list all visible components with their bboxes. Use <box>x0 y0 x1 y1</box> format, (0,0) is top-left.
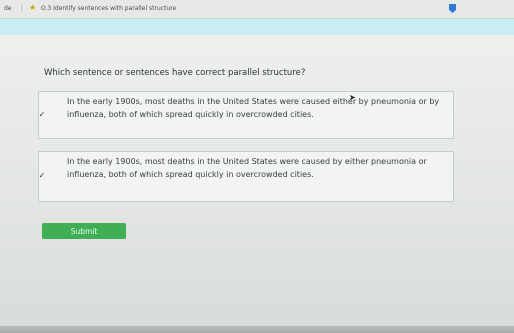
skill-title: O.3 Identify sentences with parallel str… <box>41 5 177 12</box>
top-bar: de | ★ O.3 Identify sentences with paral… <box>0 0 514 19</box>
progress-band <box>0 19 514 35</box>
bookmark-icon[interactable] <box>449 4 456 13</box>
grade-label: de <box>4 5 12 12</box>
answer-option-2[interactable]: ✓ In the early 1900s, most deaths in the… <box>38 151 454 202</box>
answer-option-text: In the early 1900s, most deaths in the U… <box>67 97 440 119</box>
submit-button[interactable]: Submit <box>42 223 126 239</box>
answer-option-text: In the early 1900s, most deaths in the U… <box>67 157 427 179</box>
check-icon: ✓ <box>38 171 46 180</box>
breadcrumb-separator: | <box>21 5 24 12</box>
mouse-cursor-icon: ➤ <box>349 93 356 102</box>
answer-option-1[interactable]: ✓ In the early 1900s, most deaths in the… <box>38 91 454 139</box>
bottom-edge <box>0 326 514 333</box>
question-prompt: Which sentence or sentences have correct… <box>44 68 306 78</box>
check-icon: ✓ <box>38 110 46 119</box>
star-icon: ★ <box>29 3 37 12</box>
